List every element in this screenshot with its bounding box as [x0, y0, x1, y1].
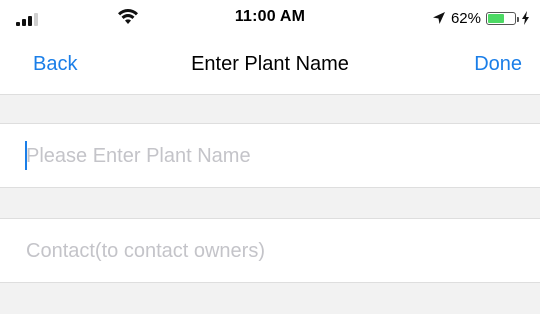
section-separator: [0, 94, 540, 124]
status-bar: 11:00 AM 62%: [0, 0, 540, 36]
plant-name-input[interactable]: [26, 142, 516, 170]
page-title: Enter Plant Name: [191, 53, 349, 75]
done-button[interactable]: Done: [474, 53, 522, 76]
plant-name-row: [0, 124, 540, 187]
charging-bolt-icon: [522, 11, 529, 25]
contact-row: [0, 219, 540, 282]
section-separator: [0, 282, 540, 314]
contact-input[interactable]: [26, 237, 516, 265]
location-arrow-icon: [432, 12, 445, 24]
battery-percent: 62%: [450, 9, 481, 27]
battery-level-fill: [488, 13, 505, 23]
section-separator: [0, 187, 540, 219]
battery-icon: [486, 11, 519, 25]
status-right-group: 62%: [432, 8, 530, 28]
battery-nub: [517, 16, 519, 22]
navigation-bar: Back Enter Plant Name Done: [0, 36, 540, 94]
